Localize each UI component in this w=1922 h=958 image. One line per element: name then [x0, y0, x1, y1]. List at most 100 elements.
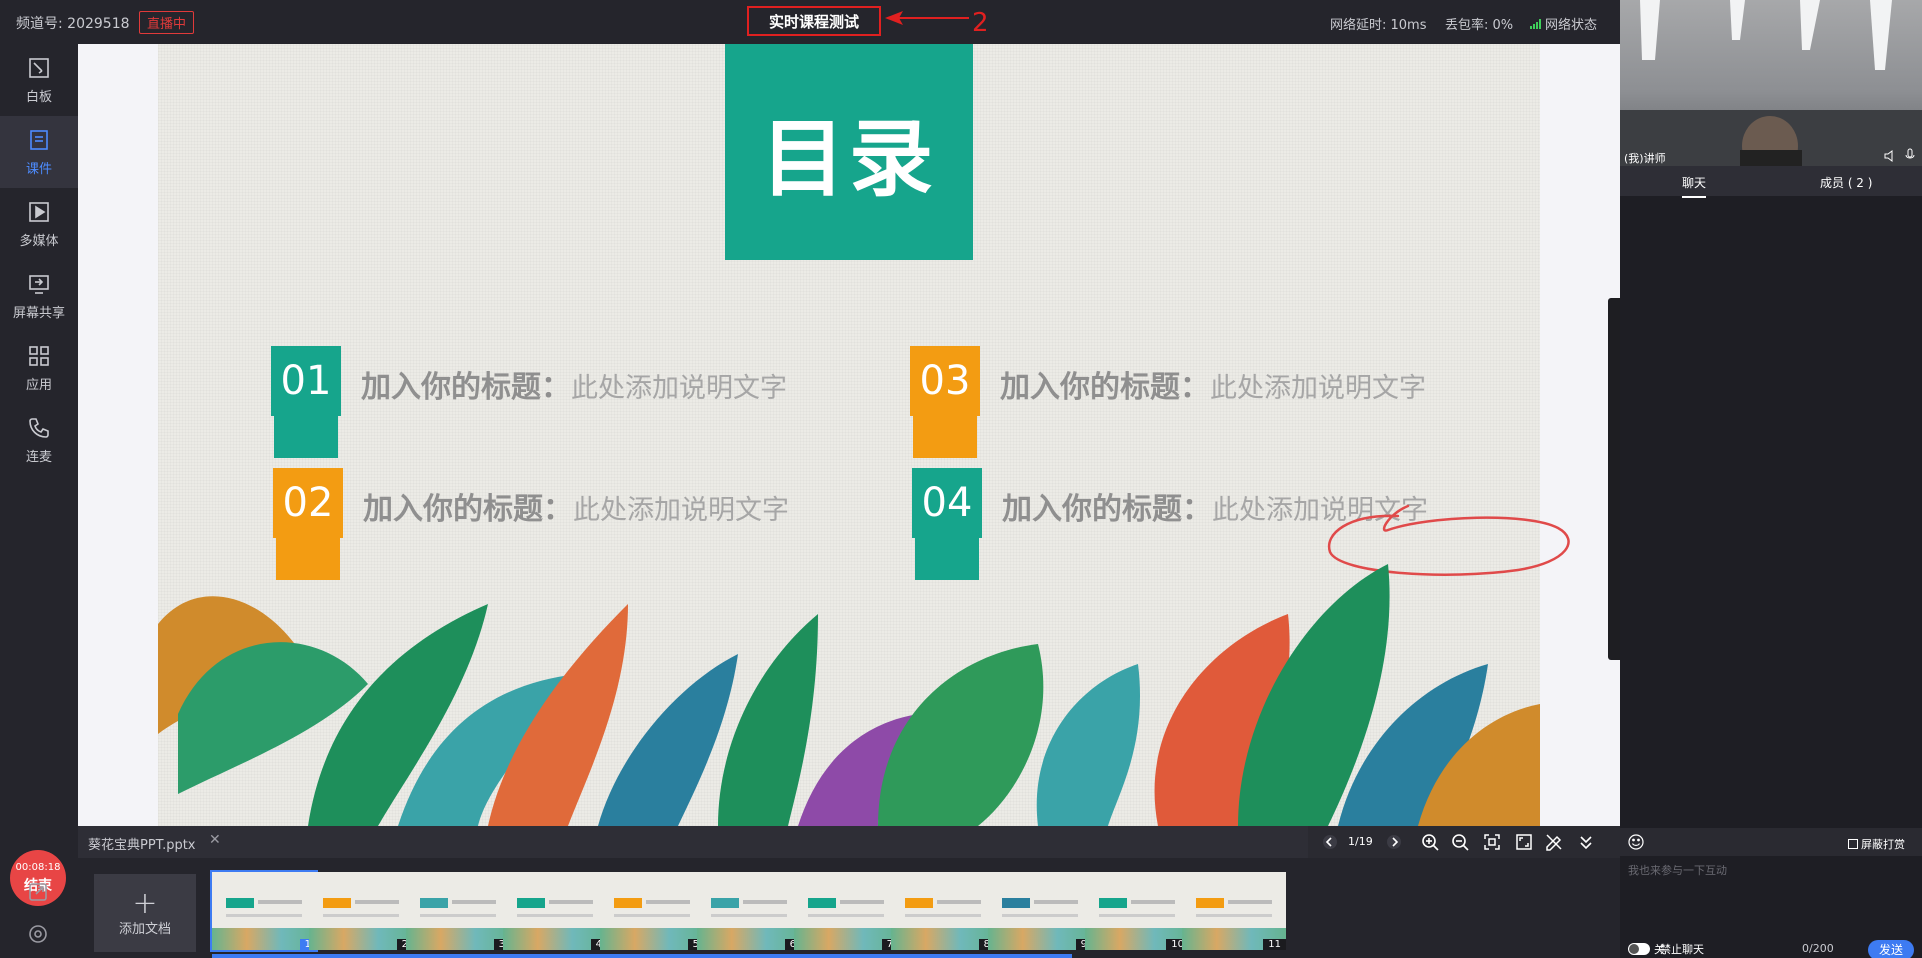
- prev-page-icon[interactable]: [1320, 832, 1340, 852]
- toc-tab-base: [913, 410, 977, 458]
- media-icon: [29, 201, 49, 222]
- emoji-icon[interactable]: [1628, 834, 1644, 850]
- chat-input[interactable]: 我也来参与一下互动: [1620, 856, 1922, 936]
- top-bar: 频道号: 2029518 直播中 实时课程测试 2 网络延时: 10ms 丢包率…: [0, 0, 1620, 44]
- page-indicator: 1/19: [1348, 835, 1373, 848]
- toc-item-desc: 此处添加说明文字: [573, 495, 789, 526]
- send-button[interactable]: 发送: [1868, 940, 1914, 958]
- zoom-in-icon[interactable]: [1420, 832, 1440, 852]
- slide-thumbnail[interactable]: 3: [406, 872, 510, 950]
- sidebar-item-whiteboard[interactable]: 白板: [0, 44, 78, 116]
- block-gift-label: 屏蔽打赏: [1861, 838, 1905, 851]
- fullscreen-icon[interactable]: [1514, 832, 1534, 852]
- block-gift-checkbox[interactable]: [1848, 839, 1858, 849]
- left-sidebar: 白板 课件 多媒体 屏幕共享 应用 连麦 00:08:18 结束: [0, 44, 78, 958]
- toc-item-01: 01 加入你的标题：此处添加说明文字: [271, 346, 787, 458]
- close-document-icon[interactable]: ✕: [209, 832, 221, 848]
- document-tab[interactable]: 葵花宝典PPT.pptx: [88, 834, 196, 853]
- sidebar-item-mic-link[interactable]: 连麦: [0, 404, 78, 476]
- toggle-switch[interactable]: [1628, 943, 1650, 955]
- slide-thumbnail[interactable]: 11: [1182, 872, 1286, 950]
- slide-thumbnail[interactable]: 1: [210, 870, 318, 952]
- toc-number: 03: [910, 346, 980, 416]
- sidebar-item-label: 应用: [25, 377, 52, 393]
- toc-item-title: 加入你的标题: [361, 370, 541, 405]
- office-ceiling-lights: [1620, 0, 1922, 166]
- zoom-out-icon[interactable]: [1450, 832, 1470, 852]
- slide-thumbnail[interactable]: 10: [1085, 872, 1189, 950]
- live-status-badge: 直播中: [139, 11, 195, 34]
- toc-text: 加入你的标题：此处添加说明文字: [363, 484, 789, 528]
- slide-canvas: 目录 01 加入你的标题：此处添加说明文字 02 加入你的标题：此处添加说明文字: [158, 44, 1570, 826]
- slide-thumbnail[interactable]: 5: [600, 872, 704, 950]
- toc-number: 02: [273, 468, 343, 538]
- toc-number: 01: [271, 346, 341, 416]
- toc-text: 加入你的标题：此处添加说明文字: [361, 362, 787, 406]
- toc-item-separator: ：: [543, 492, 573, 527]
- settings-gear-icon[interactable]: [26, 922, 50, 946]
- toc-item-separator: ：: [1180, 370, 1210, 405]
- collapse-strip-icon[interactable]: [1576, 832, 1596, 852]
- document-controls: 1/19: [1308, 826, 1620, 858]
- popout-icon[interactable]: [26, 880, 50, 904]
- channel-number: 频道号: 2029518: [16, 16, 130, 32]
- phone-icon: [29, 417, 49, 438]
- screen-share-icon: [29, 274, 49, 294]
- microphone-icon[interactable]: [1904, 148, 1916, 162]
- live-classroom-app: 频道号: 2029518 直播中 实时课程测试 2 网络延时: 10ms 丢包率…: [0, 0, 1922, 958]
- toc-title: 目录: [725, 44, 973, 260]
- sidebar-item-courseware[interactable]: 课件: [0, 116, 78, 188]
- sidebar-item-label: 白板: [25, 89, 52, 105]
- video-name-label: (我)讲师: [1624, 152, 1666, 165]
- teacher-video[interactable]: (我)讲师: [1620, 0, 1922, 166]
- panel-tabs: 聊天 成员 ( 2 ): [1620, 166, 1922, 198]
- toc-number-tab: 01: [271, 346, 341, 458]
- courseware-icon: [30, 129, 48, 150]
- document-tab-bar: 葵花宝典PPT.pptx ✕ 1/19: [78, 826, 1620, 858]
- slide-thumbnail[interactable]: 6: [697, 872, 801, 950]
- chat-placeholder: 我也来参与一下互动: [1628, 864, 1727, 877]
- annotation-number: 2: [972, 8, 989, 38]
- annotation-arrow: [885, 11, 969, 25]
- sidebar-item-apps[interactable]: 应用: [0, 332, 78, 404]
- slide-thumbnail[interactable]: 7: [794, 872, 898, 950]
- char-counter: 0/200: [1802, 942, 1834, 955]
- slide-thumbnail[interactable]: 9: [988, 872, 1092, 950]
- toc-item-title: 加入你的标题: [1000, 370, 1180, 405]
- course-title: 实时课程测试: [747, 6, 881, 36]
- sidebar-item-screen-share[interactable]: 屏幕共享: [0, 260, 78, 332]
- slide-thumbnail[interactable]: 8: [891, 872, 995, 950]
- whiteboard-stage[interactable]: 目录 01 加入你的标题：此处添加说明文字 02 加入你的标题：此处添加说明文字: [78, 44, 1620, 826]
- mute-chat-label: 禁止聊天: [1660, 943, 1704, 956]
- tropical-leaves-decoration: [158, 564, 1540, 826]
- pen-color-bar: [1608, 298, 1620, 660]
- plus-icon: +: [132, 885, 158, 921]
- packet-loss: 丢包率: 0%: [1445, 18, 1514, 33]
- add-document-button[interactable]: + 添加文档: [94, 874, 196, 952]
- chat-toolbar: 屏蔽打赏: [1620, 828, 1922, 856]
- sidebar-item-media[interactable]: 多媒体: [0, 188, 78, 260]
- network-status[interactable]: 网络状态: [1530, 14, 1597, 33]
- slide-thumbnail[interactable]: 4: [503, 872, 607, 950]
- toc-tab-base: [274, 410, 338, 458]
- toc-item-separator: ：: [541, 370, 571, 405]
- toc-text: 加入你的标题：此处添加说明文字: [1000, 362, 1426, 406]
- toc-item-title: 加入你的标题: [1002, 492, 1182, 527]
- tab-members[interactable]: 成员 ( 2 ): [1820, 174, 1872, 191]
- thumbnail-number: 11: [1263, 939, 1286, 950]
- document-strip: 葵花宝典PPT.pptx ✕ 1/19 + 添加文档 1 2 3 4 5 6 7 8 9 10 11: [78, 826, 1620, 958]
- tab-chat[interactable]: 聊天: [1682, 174, 1707, 198]
- fit-page-icon[interactable]: [1482, 832, 1502, 852]
- next-page-icon[interactable]: [1384, 832, 1404, 852]
- speaker-icon[interactable]: [1884, 150, 1898, 162]
- sidebar-item-label: 屏幕共享: [12, 305, 65, 321]
- add-document-label: 添加文档: [118, 921, 171, 937]
- sidebar-item-label: 课件: [25, 161, 52, 177]
- slide-thumbnail[interactable]: 2: [309, 872, 413, 950]
- class-timer: 00:08:18: [15, 861, 61, 873]
- network-latency: 网络延时: 10ms: [1330, 18, 1427, 33]
- annotation-toggle-icon[interactable]: [1544, 832, 1564, 852]
- block-gift-option[interactable]: 屏蔽打赏: [1848, 836, 1905, 852]
- thumbnail-scrollbar[interactable]: [212, 954, 1072, 958]
- signal-icon: [1530, 18, 1541, 29]
